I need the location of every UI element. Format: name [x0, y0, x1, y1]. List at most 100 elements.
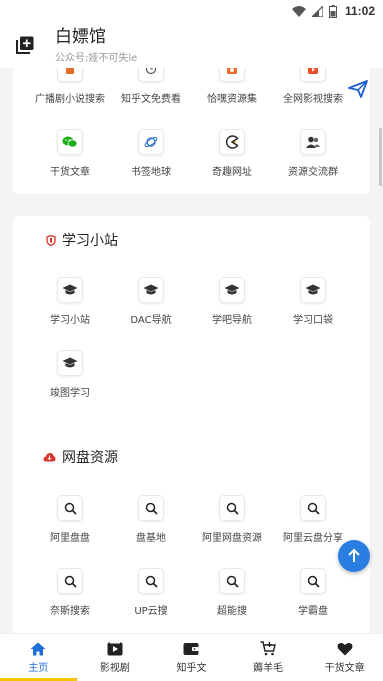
link-item[interactable]: 恰嘿资源集	[192, 68, 272, 105]
heart-icon	[337, 642, 353, 655]
study-item[interactable]: 竣图学习	[30, 350, 110, 399]
wallet-icon	[183, 642, 199, 655]
cloud-label: UP云搜	[134, 606, 168, 617]
link-item[interactable]: 知乎文免费看	[111, 68, 191, 105]
page-title: 白嫖馆	[55, 26, 106, 47]
cloud-label: 阿里网盘资源	[202, 533, 262, 544]
scrollbar-thumb[interactable]	[379, 128, 382, 186]
search-icon	[57, 568, 83, 594]
tab-deals[interactable]: 薅羊毛	[230, 634, 307, 681]
section-header: 学习小站	[46, 230, 118, 250]
graduation-cap-icon	[57, 277, 83, 303]
graduation-cap-icon	[57, 350, 83, 376]
section-header: 网盘资源	[43, 447, 118, 467]
status-time: 11:02	[344, 4, 375, 18]
tab-home[interactable]: 主页	[0, 634, 77, 681]
link-item[interactable]: 资源交流群	[273, 129, 353, 178]
card-study: 学习小站 学习小站 DAC导航 学吧导航 学习口袋 竣图学习	[13, 216, 370, 465]
tab-label: 干货文章	[324, 662, 365, 674]
tab-label: 薅羊毛	[253, 663, 284, 674]
search-icon	[219, 495, 245, 521]
link-label: 书签地球	[131, 167, 171, 178]
cart-icon	[260, 641, 276, 656]
tab-label: 知乎文	[176, 662, 207, 674]
link-label: 恰嘿资源集	[207, 94, 257, 105]
status-bar: 11:02	[0, 0, 383, 22]
search-icon	[138, 495, 164, 521]
link-item[interactable]: 书签地球	[111, 129, 191, 178]
link-label: 知乎文免费看	[121, 94, 181, 105]
cloud-item[interactable]: 盘基地	[111, 495, 191, 544]
video-icon	[300, 68, 326, 82]
link-item[interactable]: 全网影视搜索	[273, 68, 353, 105]
header-titles: 白嫖馆 公众号:娅不可失le	[55, 27, 137, 64]
cloud-label: 奈斯搜索	[50, 606, 90, 617]
group-icon	[300, 129, 326, 155]
study-item[interactable]: DAC导航	[111, 277, 191, 326]
cloud-item[interactable]: 阿里云盘分享	[273, 495, 353, 544]
arrow-up-icon	[348, 548, 360, 562]
wechat-icon	[57, 129, 83, 155]
battery-icon	[328, 4, 337, 18]
add-bookmark-button[interactable]	[12, 32, 38, 58]
cloud-item[interactable]: 学霸盘	[273, 568, 353, 617]
link-item[interactable]: 广播剧小说搜索	[30, 68, 110, 105]
card-cloud: 网盘资源 阿里盘盘 盘基地 阿里网盘资源 阿里云盘分享 奈斯搜索 UP云搜 超能…	[13, 433, 370, 633]
cloud-item[interactable]: 超能搜	[192, 568, 272, 617]
main-content[interactable]: 广播剧小说搜索 知乎文免费看 恰嘿资源集 全网影视搜索 干货文章 书签地球 奇趣…	[0, 68, 383, 633]
link-label: 全网影视搜索	[283, 94, 343, 105]
cloud-item[interactable]: 阿里盘盘	[30, 495, 110, 544]
link-item[interactable]: 干货文章	[30, 129, 110, 178]
study-item[interactable]: 学习口袋	[273, 277, 353, 326]
tab-label: 影视剧	[99, 662, 130, 674]
cloud-label: 阿里盘盘	[50, 533, 90, 544]
tab-videos[interactable]: 影视剧	[77, 634, 154, 681]
cloud-item[interactable]: 奈斯搜索	[30, 568, 110, 617]
study-label: 学习口袋	[293, 315, 333, 326]
link-label: 资源交流群	[288, 167, 338, 178]
cloud-item[interactable]: 阿里网盘资源	[192, 495, 272, 544]
link-item[interactable]: 奇趣网址	[192, 129, 272, 178]
page-subtitle: 公众号:娅不可失le	[55, 52, 138, 64]
study-label: 竣图学习	[50, 388, 90, 399]
study-item[interactable]: 学吧导航	[192, 277, 272, 326]
study-label: 学习小站	[50, 315, 90, 326]
cloud-icon	[43, 453, 56, 462]
search-icon	[138, 568, 164, 594]
wifi-icon	[291, 5, 306, 17]
planet-icon	[138, 129, 164, 155]
section-title: 网盘资源	[62, 450, 118, 466]
back-to-top-button[interactable]	[338, 540, 370, 572]
cloud-item[interactable]: UP云搜	[111, 568, 191, 617]
book-icon	[57, 68, 83, 82]
search-icon	[300, 495, 326, 521]
cloud-label: 阿里云盘分享	[283, 533, 343, 544]
status-icons	[291, 4, 337, 18]
tab-label: 主页	[28, 662, 49, 674]
graduation-cap-icon	[138, 277, 164, 303]
share-button[interactable]	[348, 80, 368, 102]
section-title: 学习小站	[62, 233, 118, 249]
link-label: 广播剧小说搜索	[35, 94, 105, 105]
tab-articles[interactable]: 干货文章	[306, 634, 383, 681]
search-icon	[57, 495, 83, 521]
study-item[interactable]: 学习小站	[30, 277, 110, 326]
link-label: 奇趣网址	[212, 167, 252, 178]
send-icon	[348, 80, 368, 98]
card-quick-links: 广播剧小说搜索 知乎文免费看 恰嘿资源集 全网影视搜索 干货文章 书签地球 奇趣…	[13, 68, 370, 194]
play-icon	[107, 641, 123, 655]
clock-icon	[138, 68, 164, 82]
bottom-tab-bar: 主页 影视剧 知乎文 薅羊毛 干货文章	[0, 633, 383, 681]
camera-icon	[219, 68, 245, 82]
link-label: 干货文章	[50, 167, 90, 178]
graduation-cap-icon	[219, 277, 245, 303]
study-label: DAC导航	[130, 315, 172, 326]
app-bar: 白嫖馆 公众号:娅不可失le	[0, 22, 383, 68]
cloud-label: 超能搜	[217, 606, 247, 617]
study-label: 学吧导航	[212, 315, 252, 326]
search-icon	[300, 568, 326, 594]
tab-zhihu[interactable]: 知乎文	[153, 634, 230, 681]
shield-icon	[46, 234, 56, 246]
add-library-icon	[16, 36, 34, 54]
cloud-label: 盘基地	[136, 533, 166, 544]
